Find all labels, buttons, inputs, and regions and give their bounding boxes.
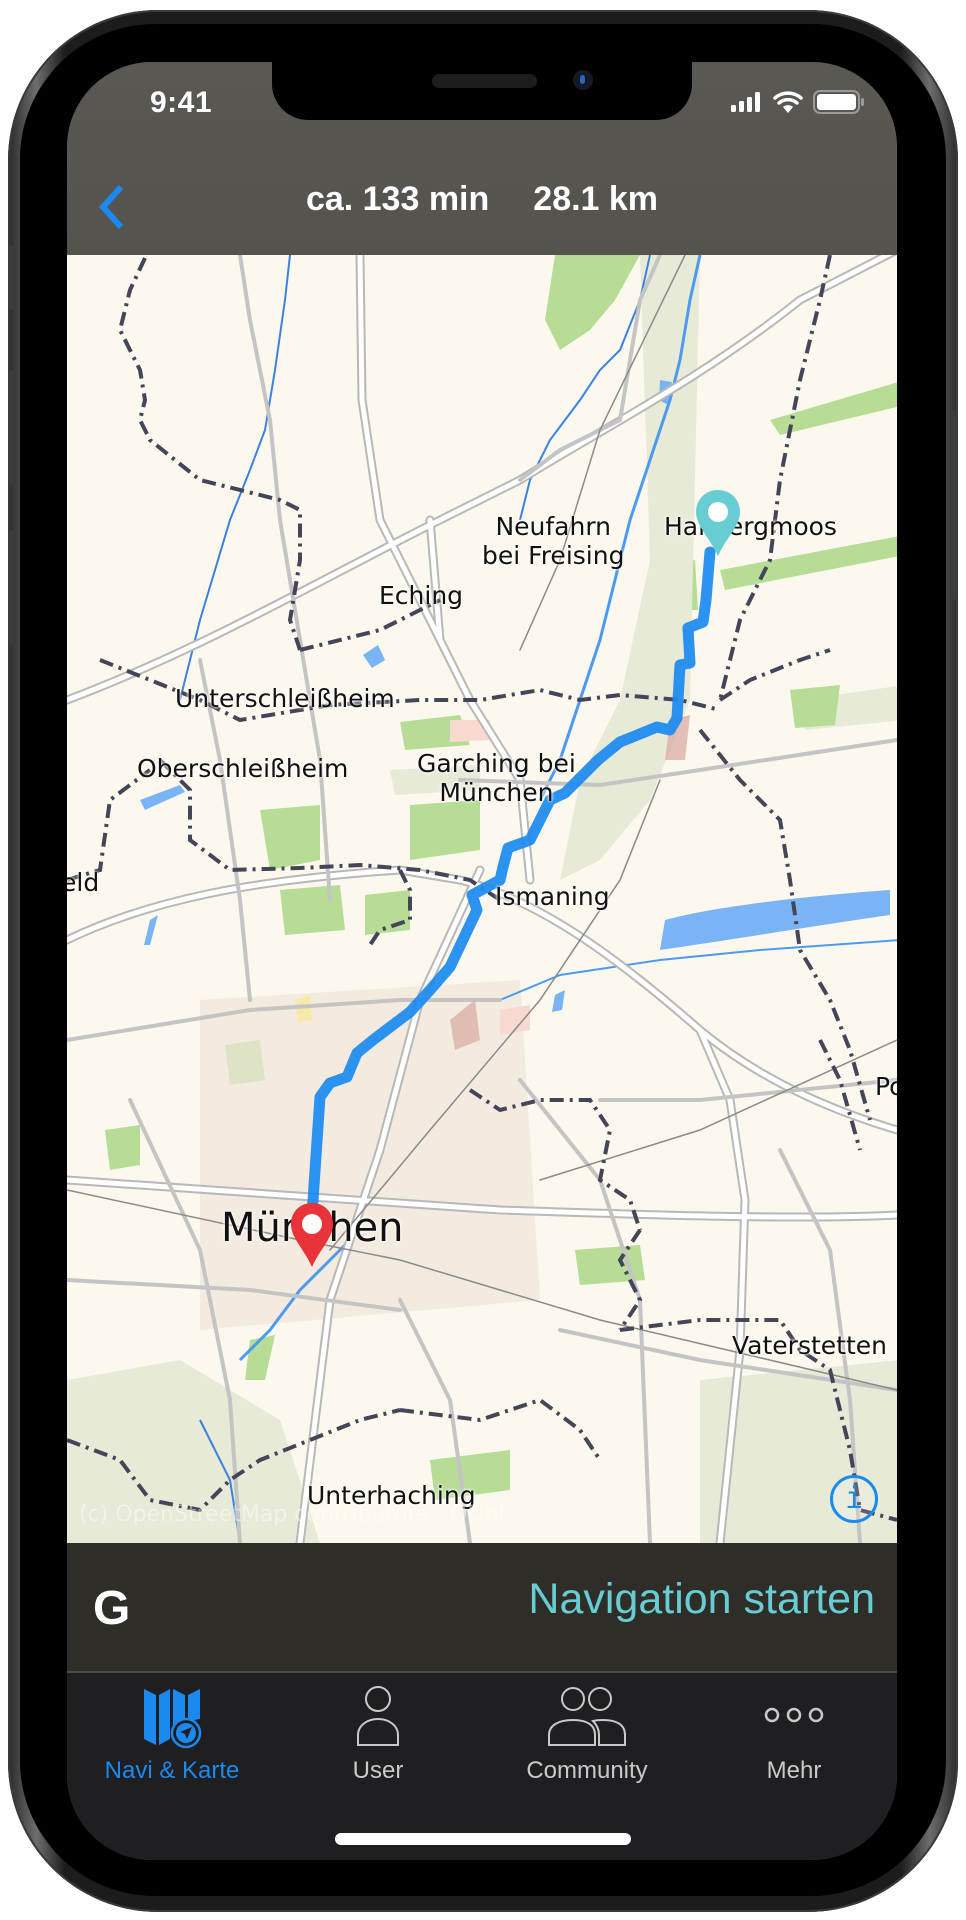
map-label-oberschleissheim: Oberschleißheim (137, 754, 349, 783)
battery-icon (813, 90, 864, 114)
map-label-karlsfeld: eld (67, 868, 100, 897)
map-attribution: (c) OpenStreetMap contributors - ODbL (79, 1502, 511, 1527)
earpiece-speaker (432, 74, 537, 88)
route-distance: 28.1 km (533, 180, 659, 218)
route-map[interactable]: Neufahrn bei Freising Hallbergmoos Echin… (67, 255, 897, 1543)
map-label-garching: Garching bei München (417, 749, 576, 807)
volume-down-button (8, 530, 14, 645)
device-notch (272, 62, 692, 120)
tab-label: Mehr (766, 1757, 822, 1784)
tab-mehr[interactable]: Mehr (694, 1673, 894, 1798)
map-label-neufahrn: Neufahrn bei Freising (482, 512, 625, 570)
tab-label: User (352, 1757, 404, 1784)
tab-navi-karte[interactable]: Navi & Karte (72, 1673, 272, 1798)
status-icons (731, 90, 865, 114)
app-screen: Neufahrn bei Freising Hallbergmoos Echin… (67, 62, 897, 1860)
tab-user[interactable]: User (278, 1673, 478, 1798)
more-icon (764, 1707, 824, 1723)
info-icon: i (844, 1481, 864, 1516)
map-label-hallbergmoos: Hallbergmoos (664, 512, 837, 541)
community-icon (548, 1687, 626, 1746)
tab-bar: Navi & Karte User Community Mehr (67, 1673, 897, 1860)
volume-up-button (8, 370, 14, 485)
route-summary: ca. 133 min 28.1 km (67, 180, 897, 219)
tab-label: Community (526, 1757, 648, 1784)
map-info-button[interactable]: i (830, 1475, 878, 1523)
start-navigation-button[interactable]: Navigation starten (528, 1575, 875, 1624)
action-bar: G Navigation starten (67, 1543, 897, 1673)
map-label-vaterstetten: Vaterstetten (732, 1331, 887, 1360)
tab-community[interactable]: Community (487, 1673, 687, 1798)
route-duration: ca. 133 min (305, 180, 490, 218)
map-label-eching: Eching (379, 581, 464, 610)
destination-marker-pin-icon[interactable] (289, 1201, 335, 1269)
cellular-signal-icon (731, 92, 760, 112)
wifi-icon (773, 91, 803, 113)
mute-switch (8, 245, 14, 310)
power-button (952, 410, 958, 600)
home-indicator[interactable] (335, 1833, 631, 1845)
map-label-ismaning: Ismaning (495, 882, 610, 911)
map-navigation-icon (144, 1689, 202, 1749)
start-marker-pin-icon[interactable] (694, 488, 742, 558)
app-logo: G (93, 1582, 131, 1635)
tab-label: Navi & Karte (104, 1757, 240, 1784)
map-label-unterschleissheim: Unterschleißheim (175, 684, 395, 713)
front-camera (573, 70, 593, 90)
status-time: 9:41 (150, 86, 213, 119)
user-icon (357, 1686, 399, 1746)
map-label-poing: Po (875, 1072, 897, 1101)
navigation-header: 9:41 ca. 133 min 28.1 km (67, 62, 897, 255)
